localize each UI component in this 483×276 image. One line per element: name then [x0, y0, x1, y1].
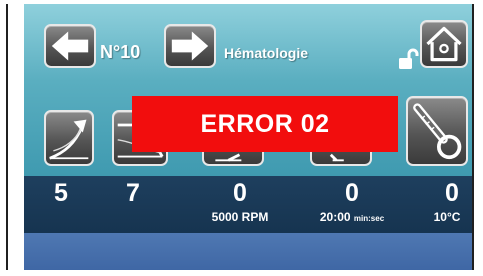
acceleration-ramp-icon: [49, 119, 89, 160]
time-unit: min:sec: [353, 214, 385, 223]
temperature-button[interactable]: [406, 96, 468, 166]
arrow-right-icon: [171, 31, 209, 61]
previous-program-button[interactable]: [44, 24, 96, 68]
time-setpoint: 20:00 min:sec: [302, 210, 402, 224]
time-value: 0: [345, 179, 359, 207]
temperature-value: 0: [445, 179, 459, 207]
home-button[interactable]: [420, 20, 468, 68]
error-banner: ERROR 02: [132, 96, 398, 152]
program-name: Hématologie: [224, 45, 309, 61]
program-number: N°10: [100, 42, 141, 62]
device-frame: N°10 Hématologie ERROR 02 5 7 0 5000 RPM…: [6, 4, 474, 270]
arrow-left-icon: [51, 31, 89, 61]
home-icon: [426, 26, 462, 62]
temperature-setpoint: 10°C: [433, 210, 461, 224]
acceleration-value: 5: [54, 179, 68, 207]
thermometer-icon: [413, 103, 462, 160]
speed-value: 0: [233, 179, 247, 207]
next-program-button[interactable]: [164, 24, 216, 68]
time-setpoint-value: 20:00: [319, 210, 351, 224]
bottom-bar: [24, 233, 472, 270]
speed-setpoint: 5000 RPM: [211, 210, 269, 224]
unlocked-padlock-icon[interactable]: [398, 48, 420, 70]
centrifuge-screen: N°10 Hématologie ERROR 02 5 7 0 5000 RPM…: [24, 4, 472, 270]
acceleration-button[interactable]: [44, 110, 94, 166]
deceleration-value: 7: [126, 179, 140, 207]
